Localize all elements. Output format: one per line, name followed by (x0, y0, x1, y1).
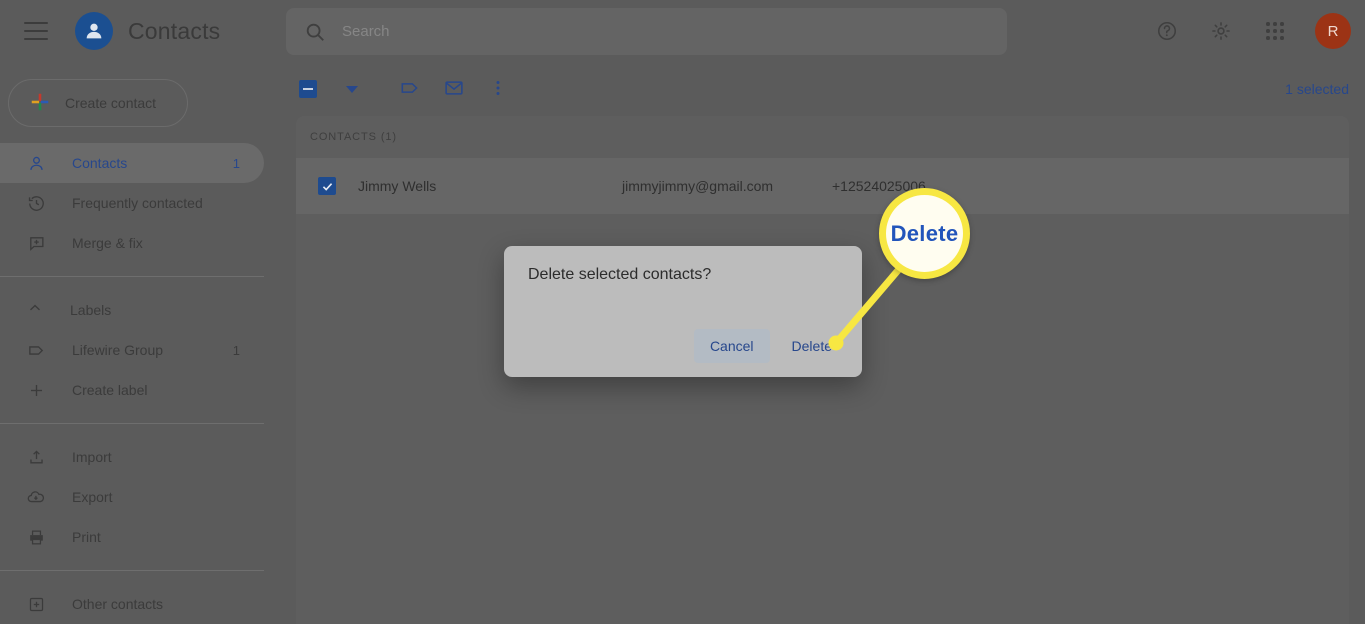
create-contact-label: Create contact (65, 95, 157, 111)
contact-phone: +12524025006 (832, 178, 926, 194)
selected-count-label[interactable]: 1 selected (1285, 81, 1349, 97)
divider (0, 276, 264, 277)
sidebar-item-other-contacts[interactable]: Other contacts (0, 584, 264, 624)
avatar[interactable]: R (1315, 13, 1351, 49)
sidebar-item-print[interactable]: Print (0, 517, 264, 557)
sidebar-item-label: Frequently contacted (72, 195, 203, 211)
sidebar-item-frequently-contacted[interactable]: Frequently contacted (0, 183, 264, 223)
help-circle-icon[interactable] (1147, 11, 1187, 51)
delete-button[interactable]: Delete (776, 329, 848, 363)
selection-dropdown-button[interactable] (332, 69, 372, 109)
header-actions: R (1147, 0, 1351, 62)
select-all-checkbox[interactable] (288, 69, 328, 109)
more-options-button[interactable] (478, 69, 518, 109)
envelope-icon (443, 77, 465, 102)
sidebar-item-count: 1 (232, 342, 240, 358)
manage-labels-button[interactable] (390, 69, 430, 109)
contacts-app: Contacts Search R Create contact Contact… (0, 0, 1365, 624)
sidebar-labels-label: Labels (70, 302, 112, 318)
sidebar-item-merge-and-fix[interactable]: Merge & fix (0, 223, 264, 263)
sidebar: Create contact Contacts 1 Frequently con… (0, 62, 264, 624)
search-bar[interactable] (286, 8, 1007, 55)
search-icon (304, 21, 326, 43)
contact-email: jimmyjimmy@gmail.com (622, 178, 774, 194)
divider (0, 570, 264, 571)
hamburger-menu-icon[interactable] (24, 22, 48, 40)
sidebar-item-label: Export (72, 489, 113, 505)
apps-grid-icon[interactable] (1255, 11, 1295, 51)
tag-icon (399, 77, 421, 102)
plus-icon (26, 380, 46, 400)
search-input[interactable] (342, 23, 1007, 40)
top-header: Contacts Search R (0, 0, 1365, 62)
sidebar-labels-section-toggle[interactable]: Labels (0, 290, 264, 330)
sidebar-item-label: Import (72, 449, 112, 465)
indeterminate-checkbox-icon (299, 80, 317, 98)
sidebar-item-lifewire-group[interactable]: Lifewire Group 1 (0, 330, 264, 370)
sidebar-item-create-label[interactable]: Create label (0, 370, 264, 410)
sidebar-item-count: 1 (232, 155, 240, 171)
sidebar-nav: Contacts 1 Frequently contacted Merge & … (0, 143, 264, 624)
selection-toolbar: 1 selected (264, 62, 1365, 116)
divider (0, 423, 264, 424)
sidebar-item-export[interactable]: Export (0, 477, 264, 517)
create-contact-button[interactable]: Create contact (8, 79, 188, 127)
export-cloud-download-icon (26, 487, 46, 507)
person-outline-icon (26, 153, 46, 173)
contacts-section-header: CONTACTS (1) (310, 131, 397, 143)
cancel-button[interactable]: Cancel (693, 329, 770, 363)
sidebar-item-label: Other contacts (72, 596, 164, 612)
dialog-title: Delete selected contacts? (528, 266, 712, 283)
sidebar-item-contacts[interactable]: Contacts 1 (0, 143, 264, 183)
merge-fix-icon (26, 233, 46, 253)
sidebar-item-label: Lifewire Group (72, 342, 164, 358)
other-contacts-icon (26, 594, 46, 614)
checked-checkbox-icon (318, 177, 336, 195)
chevron-down-icon (346, 85, 358, 93)
sidebar-item-label: Print (72, 529, 101, 545)
contact-name: Jimmy Wells (358, 178, 437, 194)
plus-icon (29, 91, 51, 116)
sidebar-item-label: Contacts (72, 155, 128, 171)
table-row[interactable]: Jimmy Wells jimmyjimmy@gmail.com +125240… (296, 158, 1349, 214)
more-vertical-icon (488, 78, 508, 101)
printer-icon (26, 527, 46, 547)
sidebar-item-label: Create label (72, 382, 148, 398)
sidebar-item-label: Merge & fix (72, 235, 143, 251)
page-title: Contacts (128, 17, 221, 44)
send-email-button[interactable] (434, 69, 474, 109)
history-clock-icon (26, 193, 46, 213)
brand: Contacts (75, 12, 220, 50)
contacts-person-logo-icon (75, 12, 113, 50)
row-checkbox[interactable] (296, 177, 358, 195)
chevron-up-icon (26, 299, 44, 322)
delete-confirmation-dialog: Delete selected contacts? Cancel Delete (504, 246, 862, 377)
dialog-actions: Cancel Delete (693, 329, 848, 363)
import-upload-icon (26, 447, 46, 467)
sidebar-item-import[interactable]: Import (0, 437, 264, 477)
tag-icon (26, 340, 46, 360)
gear-icon[interactable] (1201, 11, 1241, 51)
